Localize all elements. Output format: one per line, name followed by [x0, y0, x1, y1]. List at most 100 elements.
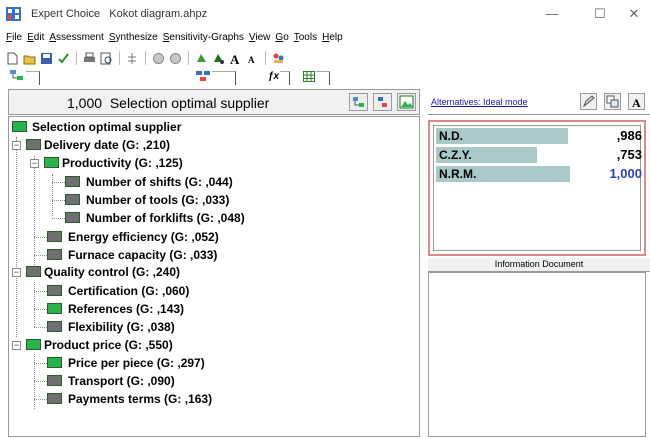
node-gray-icon: [65, 176, 80, 187]
model-icon[interactable]: [152, 52, 165, 65]
tree-connector: [16, 137, 17, 337]
check-icon[interactable]: [57, 52, 70, 65]
tree-node-number-of-forklifts[interactable]: Number of forklifts (G: ,048): [65, 209, 365, 227]
node-label: Number of shifts (G: ,044): [86, 175, 233, 189]
tree-node-number-of-tools[interactable]: Number of tools (G: ,033): [65, 191, 365, 209]
node-label: Certification (G: ,060): [68, 284, 190, 298]
node-gray-icon: [26, 266, 41, 277]
maximize-button[interactable]: ☐: [586, 4, 614, 24]
alternative-row[interactable]: C.Z.Y. ,753: [436, 147, 644, 163]
node-label: Payments terms (G: ,163): [68, 392, 213, 406]
tree-node-quality-control[interactable]: Quality control (G: ,240): [23, 263, 323, 281]
menu-synthesize[interactable]: Synthesize: [109, 29, 158, 46]
menu-help[interactable]: Help: [322, 29, 343, 46]
node-label: Productivity (G: ,125): [62, 156, 183, 170]
synth-icon[interactable]: [195, 52, 208, 65]
print-icon[interactable]: [83, 52, 96, 65]
node-green-icon: [26, 339, 41, 350]
menu-tools[interactable]: Tools: [294, 29, 317, 46]
font-icon: A: [632, 96, 641, 110]
tree-node-price-per-piece[interactable]: Price per piece (G: ,297): [47, 354, 347, 372]
menu-view[interactable]: View: [249, 29, 271, 46]
alternative-name: N.R.M.: [439, 167, 477, 181]
menu-go[interactable]: Go: [275, 29, 288, 46]
node-label: Flexibility (G: ,038): [68, 320, 175, 334]
collapse-toggle[interactable]: −: [12, 268, 21, 277]
alternative-row[interactable]: N.R.M. 1,000: [436, 166, 644, 182]
collapse-toggle[interactable]: −: [12, 141, 21, 150]
toolbar-separator: [76, 51, 77, 65]
people-icon[interactable]: [272, 52, 285, 65]
tree-node-transport[interactable]: Transport (G: ,090): [47, 372, 347, 390]
hierarchy-tab-icon[interactable]: [10, 70, 24, 82]
node-label: Furnace capacity (G: ,033): [68, 248, 218, 262]
tree-connector: [34, 291, 47, 292]
tree-node-furnace-capacity[interactable]: Furnace capacity (G: ,033): [47, 246, 347, 264]
tree-node-references[interactable]: References (G: ,143): [47, 300, 347, 318]
node-label: References (G: ,143): [68, 302, 185, 316]
tab-stub[interactable]: [280, 71, 290, 85]
alternative-row[interactable]: N.D. ,986: [436, 128, 644, 144]
alternatives-mode-link[interactable]: Alternatives: Ideal mode: [431, 97, 528, 107]
node-gray-icon: [47, 285, 62, 296]
tab-stub[interactable]: [316, 71, 330, 85]
toolbar: A A: [0, 48, 650, 68]
font-smaller-icon[interactable]: A: [246, 52, 259, 65]
tree-node-number-of-shifts[interactable]: Number of shifts (G: ,044): [65, 173, 365, 191]
font-bigger-icon[interactable]: A: [229, 52, 242, 65]
nodes-view-button[interactable]: [373, 93, 392, 111]
preview-icon[interactable]: [100, 52, 113, 65]
edit-alternative-button[interactable]: [580, 93, 597, 110]
svg-text:A: A: [248, 55, 255, 65]
menu-edit[interactable]: Edit: [27, 29, 44, 46]
chart-icon[interactable]: [169, 52, 182, 65]
save-icon[interactable]: [40, 52, 53, 65]
menu-file[interactable]: File: [6, 29, 22, 46]
tree-node-delivery-date[interactable]: Delivery date (G: ,210): [23, 136, 323, 154]
node-label: Delivery date (G: ,210): [44, 138, 171, 152]
synthesis-tab-icon[interactable]: [196, 71, 210, 82]
alternative-value: ,986: [616, 128, 642, 143]
tree-node-goal[interactable]: Selection optimal supplier: [12, 118, 312, 136]
tab-stub[interactable]: [212, 71, 236, 85]
node-label: Selection optimal supplier: [32, 120, 182, 134]
node-gray-icon: [47, 249, 62, 260]
hierarchy-tree: Selection optimal supplier − Delivery da…: [8, 116, 420, 437]
tab-stub[interactable]: [26, 71, 40, 85]
grid-tab-icon[interactable]: [303, 71, 315, 82]
goal-header: 1,000 Selection optimal supplier: [8, 89, 420, 115]
toolbar-separator: [188, 51, 189, 65]
collapse-toggle[interactable]: −: [30, 159, 39, 168]
collapse-toggle[interactable]: −: [12, 341, 21, 350]
hierarchy-view-button[interactable]: [349, 93, 368, 111]
tree-icon[interactable]: [126, 52, 139, 65]
menu-sensitivity-graphs[interactable]: Sensitivity-Graphs: [163, 29, 244, 46]
formula-icon[interactable]: ƒx: [268, 71, 279, 82]
copy-alternative-button[interactable]: [604, 93, 621, 110]
tree-node-flexibility[interactable]: Flexibility (G: ,038): [47, 318, 347, 336]
minimize-button[interactable]: —: [538, 4, 566, 24]
tree-node-productivity[interactable]: Productivity (G: ,125): [41, 154, 341, 172]
open-icon[interactable]: [23, 52, 36, 65]
tree-node-certification[interactable]: Certification (G: ,060): [47, 282, 347, 300]
node-label: Price per piece (G: ,297): [68, 356, 205, 370]
tree-connector: [52, 200, 65, 201]
menu-bar: File Edit Assessment Synthesize Sensitiv…: [0, 29, 650, 46]
tree-connector: [34, 309, 47, 310]
menu-assessment[interactable]: Assessment: [49, 29, 103, 46]
tree-node-product-price[interactable]: Product price (G: ,550): [23, 336, 323, 354]
image-view-button[interactable]: [397, 93, 416, 111]
tree-node-payments-terms[interactable]: Payments terms (G: ,163): [47, 390, 347, 408]
close-button[interactable]: ✕: [620, 4, 648, 24]
node-gray-icon: [65, 212, 80, 223]
node-green-icon: [47, 357, 62, 368]
tree-node-energy-efficiency[interactable]: Energy efficiency (G: ,052): [47, 228, 347, 246]
picture-icon: [399, 95, 414, 109]
tree-connector: [34, 327, 47, 328]
node-gray-icon: [47, 393, 62, 404]
information-document-panel[interactable]: [428, 272, 646, 437]
alternative-name: N.D.: [439, 129, 463, 143]
font-alternative-button[interactable]: A: [628, 93, 645, 110]
new-icon[interactable]: [6, 52, 19, 65]
nodes-icon[interactable]: [212, 52, 225, 65]
